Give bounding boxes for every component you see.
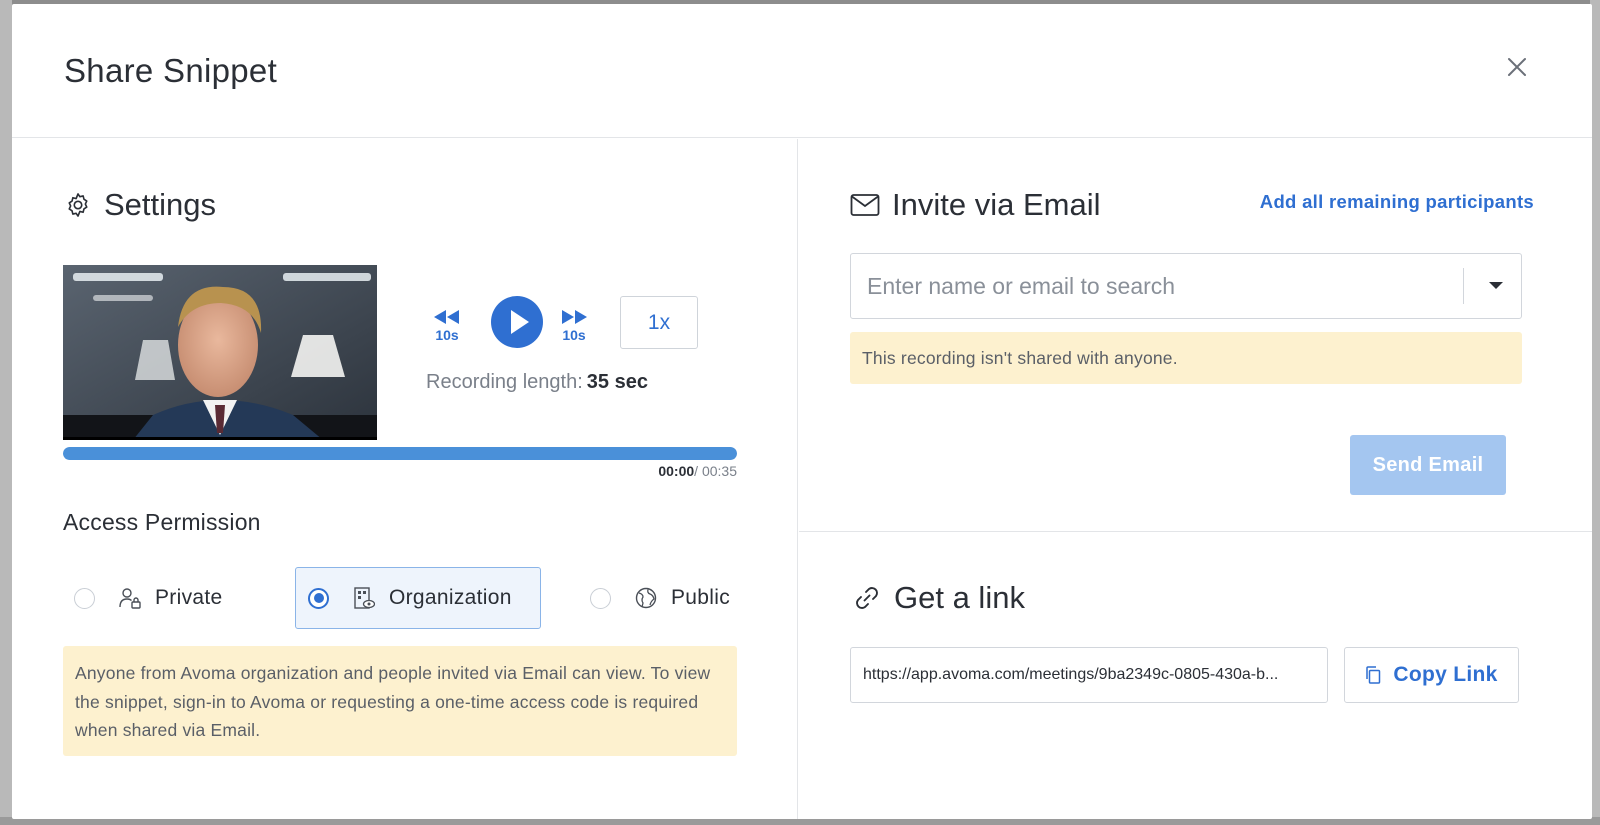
- modal-header: Share Snippet: [12, 4, 1592, 138]
- share-link-field[interactable]: https://app.avoma.com/meetings/9ba2349c-…: [850, 647, 1328, 703]
- permission-private-option[interactable]: Private: [74, 567, 254, 629]
- permission-organization-option[interactable]: Organization: [295, 567, 541, 629]
- private-radio[interactable]: [74, 587, 95, 609]
- playback-speed-button[interactable]: 1x: [620, 296, 698, 349]
- recording-length-value: 35 sec: [586, 371, 648, 393]
- video-thumbnail[interactable]: [63, 265, 377, 440]
- chevron-down-icon[interactable]: [1489, 282, 1503, 289]
- private-label: Private: [155, 586, 223, 609]
- time-current: 00:00: [658, 463, 695, 479]
- add-all-participants-link[interactable]: Add all remaining participants: [1260, 191, 1534, 213]
- get-link-heading: Get a link: [852, 580, 1025, 616]
- copy-link-button[interactable]: Copy Link: [1344, 647, 1519, 703]
- gear-icon: [68, 193, 88, 217]
- recording-length-label: Recording length:: [426, 371, 583, 393]
- share-snippet-modal: Share Snippet Settings 10s 10s 1x Record…: [12, 4, 1592, 819]
- share-status-note: This recording isn't shared with anyone.: [850, 332, 1522, 384]
- search-divider: [1463, 268, 1464, 304]
- player-controls: 10s 10s 1x: [427, 296, 727, 356]
- play-icon: [511, 310, 529, 334]
- rewind-label: 10s: [435, 327, 459, 343]
- playback-progress-bar[interactable]: [63, 447, 737, 460]
- forward-10s-button[interactable]: 10s: [554, 310, 594, 350]
- invite-title: Invite via Email: [892, 187, 1101, 222]
- sharing-pane: Invite via Email Add all remaining parti…: [799, 139, 1592, 819]
- public-label: Public: [671, 586, 730, 609]
- close-icon: [1508, 58, 1526, 76]
- link-icon: [856, 587, 878, 609]
- close-button[interactable]: [1502, 52, 1532, 82]
- recipient-search-input[interactable]: [867, 254, 1447, 318]
- copy-link-label: Copy Link: [1393, 663, 1498, 686]
- organization-radio[interactable]: [308, 587, 329, 609]
- permission-public-option[interactable]: Public: [590, 567, 760, 629]
- modal-title: Share Snippet: [64, 52, 278, 89]
- mail-icon: [850, 194, 880, 216]
- time-readout: 00:00/ 00:35: [658, 463, 737, 479]
- backdrop-left: [0, 0, 12, 825]
- copy-icon: [1366, 666, 1381, 684]
- section-divider: [799, 531, 1592, 532]
- access-permission-note: Anyone from Avoma organization and peopl…: [63, 646, 737, 756]
- time-total: / 00:35: [694, 463, 737, 479]
- rewind-10s-button[interactable]: 10s: [427, 310, 467, 350]
- building-eye-icon: [354, 587, 375, 609]
- access-permission-heading: Access Permission: [63, 509, 261, 535]
- recipient-search-box: [850, 253, 1522, 319]
- video-frame: [63, 265, 377, 440]
- forward-label: 10s: [562, 327, 586, 343]
- play-button[interactable]: [491, 296, 543, 348]
- globe-icon: [635, 587, 657, 609]
- settings-heading: Settings: [64, 187, 216, 223]
- fast-forward-icon: [562, 310, 587, 324]
- public-radio[interactable]: [590, 587, 611, 609]
- settings-pane: Settings 10s 10s 1x Recording length: 35…: [12, 139, 798, 819]
- recording-length: Recording length: 35 sec: [426, 371, 648, 394]
- get-link-title: Get a link: [894, 580, 1025, 615]
- settings-title: Settings: [104, 187, 217, 222]
- progress-fill: [63, 447, 737, 460]
- invite-heading: Invite via Email: [850, 187, 1100, 223]
- modal-body: Settings 10s 10s 1x Recording length: 35…: [12, 139, 1592, 819]
- send-email-button[interactable]: Send Email: [1350, 435, 1506, 495]
- rewind-icon: [434, 310, 459, 324]
- user-lock-icon: [119, 588, 141, 609]
- organization-label: Organization: [389, 586, 512, 609]
